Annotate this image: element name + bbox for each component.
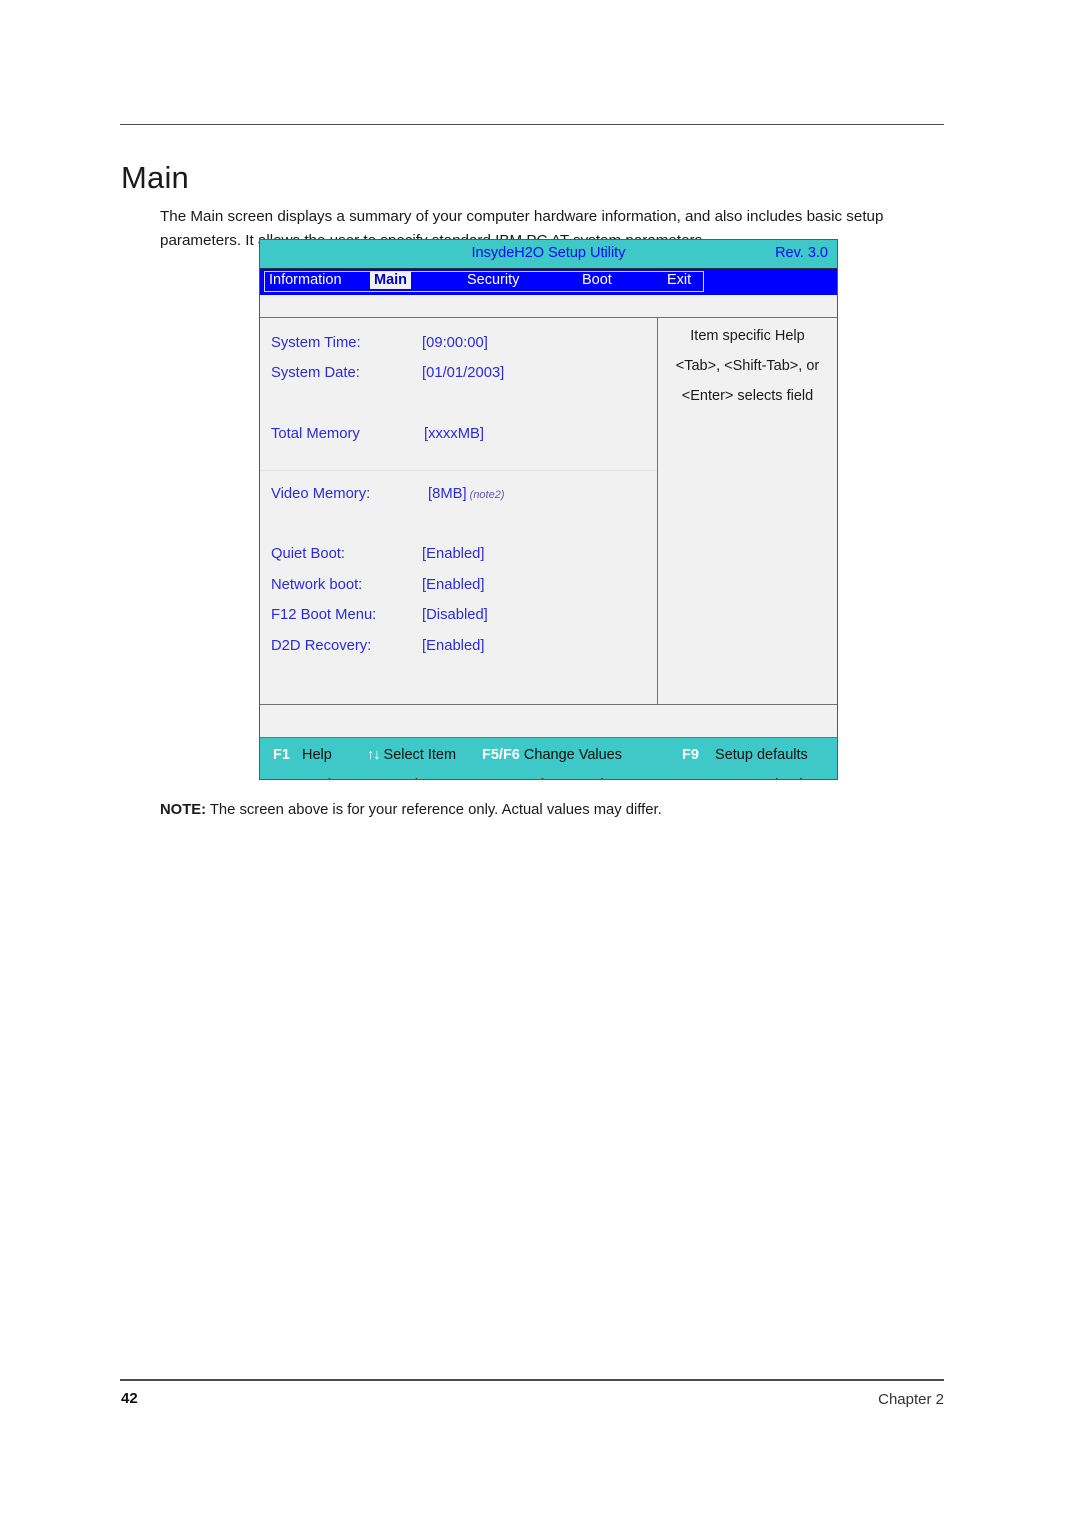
menu-item-information[interactable]: Information: [269, 272, 342, 288]
setting-label: Total Memory: [271, 426, 360, 442]
note-text: The screen above is for your reference o…: [206, 802, 662, 818]
fk-key: Enter: [482, 777, 519, 779]
setting-label: Quiet Boot:: [271, 546, 346, 562]
menu-item-exit[interactable]: Exit: [667, 272, 691, 288]
setting-value[interactable]: [Disabled]: [422, 607, 488, 623]
setting-label: Network boot:: [271, 577, 363, 593]
help-title: Item specific Help: [690, 328, 805, 344]
menu-item-main[interactable]: Main: [370, 271, 412, 289]
bios-body: System Time: [09:00:00] System Date: [01…: [260, 318, 837, 704]
note-line: NOTE: The screen above is for your refer…: [160, 802, 662, 818]
help-line-1: <Tab>, <Shift-Tab>, or: [675, 358, 820, 374]
fk-action: Save and Exit: [717, 777, 806, 779]
setting-label: F12 Boot Menu:: [271, 607, 377, 623]
fk-updown[interactable]: ↑↓ Select Item: [367, 747, 456, 763]
setting-label: Video Memory:: [271, 486, 371, 502]
fk-f10[interactable]: F10 Save and Exit: [680, 777, 807, 779]
setting-row-d2d-recovery[interactable]: D2D Recovery: [Enabled]: [260, 638, 657, 660]
setting-value[interactable]: [Enabled]: [422, 638, 485, 654]
page-number: 42: [121, 1390, 138, 1407]
fk-action: Select Item: [383, 747, 457, 763]
leftright-arrows-icon: ←→: [362, 777, 390, 779]
fk-key: F9: [682, 747, 699, 763]
page-title: Main: [121, 159, 189, 195]
setting-row-quiet-boot[interactable]: Quiet Boot: [Enabled]: [260, 546, 657, 568]
setting-row-f12-boot-menu[interactable]: F12 Boot Menu: [Disabled]: [260, 607, 657, 629]
fk-leftright[interactable]: ←→ Select Menu: [362, 777, 478, 779]
fk-key: F5/F6: [482, 747, 520, 763]
setting-label: D2D Recovery:: [271, 638, 372, 654]
function-key-bar: F1 Help ↑↓ Select Item F5/F6 Change Valu…: [260, 738, 837, 779]
header-rule: [120, 124, 944, 125]
fk-action: Exit: [311, 777, 335, 779]
setting-value[interactable]: [01/01/2003]: [422, 365, 504, 381]
setting-value: [xxxxMB]: [424, 426, 485, 442]
fk-f9[interactable]: F9 Setup defaults: [682, 747, 808, 763]
fk-action: Help: [302, 747, 332, 763]
menu-item-security[interactable]: Security: [467, 272, 519, 288]
fk-action: Setup defaults: [715, 747, 808, 763]
setting-value-note: (note2): [469, 489, 505, 501]
setting-value[interactable]: [Enabled]: [422, 546, 485, 562]
utility-name: InsydeH2O Setup Utility: [471, 245, 626, 261]
setting-value: [8MB] (note2): [428, 486, 505, 502]
setting-row-total-memory[interactable]: Total Memory [xxxxMB]: [260, 426, 657, 448]
menu-item-boot[interactable]: Boot: [582, 272, 612, 288]
fk-key: F1: [273, 747, 290, 763]
updown-arrows-icon: ↑↓: [367, 747, 380, 763]
fk-action: Change Values: [523, 747, 622, 763]
setting-value[interactable]: [Enabled]: [422, 577, 485, 593]
item-specific-help-pane: Item specific Help <Tab>, <Shift-Tab>, o…: [658, 318, 837, 704]
setting-row-system-date[interactable]: System Date: [01/01/2003]: [260, 365, 657, 387]
bios-titlebar: InsydeH2O Setup Utility Rev. 3.0: [260, 240, 837, 269]
fk-key: Esc: [273, 777, 299, 779]
setting-label: System Time:: [271, 335, 361, 351]
fk-esc[interactable]: Esc Exit: [273, 777, 335, 779]
fk-action: Select ▶ Sub-Menu: [523, 777, 649, 779]
menu-underline-strip: [260, 295, 837, 318]
page: Main The Main screen displays a summary …: [0, 0, 1080, 1527]
setting-value[interactable]: [09:00:00]: [422, 335, 488, 351]
setting-row-system-time[interactable]: System Time: [09:00:00]: [260, 335, 657, 357]
setting-row-video-memory[interactable]: Video Memory: [8MB] (note2): [260, 486, 657, 508]
fk-action: Select Menu: [397, 777, 478, 779]
fk-key: F10: [680, 777, 705, 779]
fk-f1[interactable]: F1 Help: [273, 747, 332, 763]
chapter-label: Chapter 2: [878, 1391, 944, 1408]
setting-value-text: [8MB]: [428, 486, 467, 502]
fk-f5-f6[interactable]: F5/F6 Change Values: [482, 747, 622, 763]
revision-label: Rev. 3.0: [775, 245, 828, 261]
footer-gap-strip: [260, 704, 837, 738]
footer-rule: [120, 1379, 944, 1381]
bios-setup-window: InsydeH2O Setup Utility Rev. 3.0 Informa…: [259, 239, 838, 780]
note-label: NOTE:: [160, 802, 207, 818]
help-line-2: <Enter> selects field: [681, 388, 814, 404]
setting-label: System Date:: [271, 365, 360, 381]
row-separator: [260, 470, 657, 471]
fk-enter[interactable]: Enter Select ▶ Sub-Menu: [482, 777, 650, 779]
bios-menu-bar: Information Main Security Boot Exit: [260, 269, 837, 295]
setting-row-network-boot[interactable]: Network boot: [Enabled]: [260, 577, 657, 599]
